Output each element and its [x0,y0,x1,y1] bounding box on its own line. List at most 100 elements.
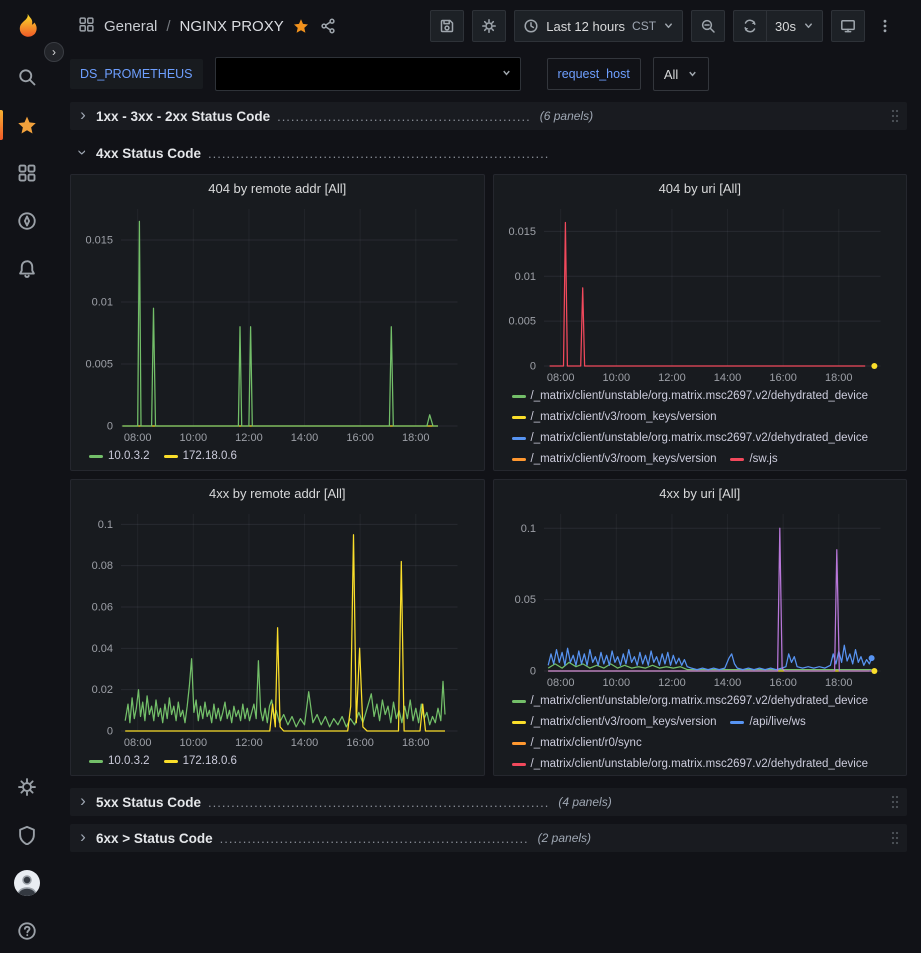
save-icon [439,18,455,34]
svg-text:0.02: 0.02 [92,684,113,696]
legend-item[interactable]: 172.18.0.6 [164,449,237,463]
svg-text:10:00: 10:00 [602,677,630,689]
svg-text:12:00: 12:00 [658,372,686,384]
help-circle-icon [17,921,37,941]
svg-text:16:00: 16:00 [769,372,797,384]
row-1xx-3xx-2xx-status-code[interactable]: › 1xx - 3xx - 2xx Status Code ..........… [70,102,907,130]
chevron-right-icon: › [77,792,89,809]
grafana-logo-icon[interactable] [13,11,41,41]
dashboard-canvas: › 1xx - 3xx - 2xx Status Code ..........… [54,96,921,953]
sidebar-item-alerting[interactable] [0,247,54,291]
svg-text:0.015: 0.015 [508,226,536,238]
sidebar-item-search[interactable] [0,55,54,99]
sidebar [0,0,54,953]
share-icon[interactable] [320,18,336,34]
refresh-button[interactable] [733,10,766,42]
sidebar-item-server-admin[interactable] [0,813,54,857]
panel-title[interactable]: 4xx by uri [All] [494,480,907,506]
row-title: 5xx Status Code [96,795,201,810]
legend-item[interactable]: /_matrix/client/v3/room_keys/version [512,452,717,465]
row-drag-handle[interactable] [890,830,900,846]
svg-text:0.08: 0.08 [92,560,113,572]
shield-icon [17,825,37,845]
row-title: 6xx > Status Code [96,831,213,846]
avatar [14,870,40,896]
kebab-menu-button[interactable] [873,10,905,42]
sidebar-nav-bottom [0,765,54,953]
bell-icon [17,259,37,279]
apps-grid-icon [17,163,37,183]
svg-text:14:00: 14:00 [291,737,319,749]
timeseries-chart[interactable]: 08:0010:0012:0014:0016:0018:0000.0050.01… [500,201,897,386]
row-drag-handle[interactable] [890,794,900,810]
timezone-label: CST [632,19,656,33]
panel-404-by-remote-addr: 404 by remote addr [All] 08:0010:0012:00… [70,174,485,471]
request-host-select[interactable]: All [653,57,709,91]
zoom-out-icon [700,18,716,34]
sidebar-item-configuration[interactable] [0,765,54,809]
legend-item[interactable]: /_matrix/client/v3/room_keys/version [512,410,717,424]
legend-item[interactable]: /_matrix/client/r0/sync [512,736,642,750]
legend-series-swatch [512,416,526,419]
panel-legend: 10.0.3.2 172.18.0.6 [77,446,474,465]
zoom-out-button[interactable] [691,10,725,42]
favorite-star-icon[interactable] [293,18,309,34]
row-5xx-status-code[interactable]: › 5xx Status Code ......................… [70,788,907,816]
refresh-picker: 30s [733,10,823,42]
time-range-picker[interactable]: Last 12 hours CST [514,10,683,42]
legend-series-label: /_matrix/client/unstable/org.matrix.msc2… [531,431,869,445]
ds-prometheus-select[interactable] [215,57,521,91]
sidebar-item-explore[interactable] [0,199,54,243]
legend-series-swatch [512,395,526,398]
legend-series-label: /api/live/ws [749,715,805,729]
row-6xx-status-code[interactable]: › 6xx > Status Code ....................… [70,824,907,852]
svg-text:12:00: 12:00 [235,737,263,749]
timeseries-chart[interactable]: 08:0010:0012:0014:0016:0018:0000.0050.01… [77,201,474,446]
legend-item[interactable]: /_matrix/client/unstable/org.matrix.msc2… [512,389,869,403]
dashboard-settings-button[interactable] [472,10,506,42]
panel-title[interactable]: 404 by uri [All] [494,175,907,201]
legend-item[interactable]: /_matrix/client/unstable/org.matrix.msc2… [512,757,869,770]
panel-title[interactable]: 404 by remote addr [All] [71,175,484,201]
svg-text:0.01: 0.01 [92,297,113,309]
legend-item[interactable]: 10.0.3.2 [89,449,150,463]
svg-text:14:00: 14:00 [713,677,741,689]
variable-label-request-host: request_host [547,58,641,90]
legend-item[interactable]: /_matrix/client/v3/room_keys/version [512,715,717,729]
svg-text:08:00: 08:00 [124,737,152,749]
timeseries-chart[interactable]: 08:0010:0012:0014:0016:0018:0000.020.040… [77,506,474,751]
legend-item[interactable]: /sw.js [730,452,777,465]
row-4xx-status-code[interactable]: › 4xx Status Code ......................… [70,138,907,168]
chevron-down-icon [501,65,512,83]
legend-item[interactable]: 10.0.3.2 [89,754,150,768]
svg-text:0.005: 0.005 [508,316,536,328]
breadcrumb-dashboard-title[interactable]: NGINX PROXY [180,18,284,35]
legend-item[interactable]: /_matrix/client/unstable/org.matrix.msc2… [512,431,869,445]
breadcrumb-folder[interactable]: General [104,18,157,35]
legend-series-label: /_matrix/client/v3/room_keys/version [531,410,717,424]
legend-item[interactable]: /api/live/ws [730,715,805,729]
legend-item[interactable]: 172.18.0.6 [164,754,237,768]
row-panel-count: (4 panels) [558,795,611,809]
panel-title[interactable]: 4xx by remote addr [All] [71,480,484,506]
svg-text:0: 0 [529,361,535,373]
legend-series-swatch [512,763,526,766]
legend-series-label: 172.18.0.6 [183,754,237,768]
legend-series-swatch [730,721,744,724]
save-dashboard-button[interactable] [430,10,464,42]
refresh-interval-dropdown[interactable]: 30s [766,10,823,42]
svg-text:08:00: 08:00 [124,432,152,444]
svg-text:16:00: 16:00 [346,737,374,749]
sidebar-item-profile[interactable] [0,861,54,905]
sidebar-item-dashboards[interactable] [0,151,54,195]
svg-text:0.01: 0.01 [514,271,535,283]
panel-4xx-by-uri: 4xx by uri [All] 08:0010:0012:0014:0016:… [493,479,908,776]
legend-item[interactable]: /_matrix/client/unstable/org.matrix.msc2… [512,694,869,708]
chevron-down-icon [687,67,698,82]
sidebar-item-starred[interactable] [0,103,54,147]
sidebar-expand-button[interactable]: › [44,42,64,62]
sidebar-item-help[interactable] [0,909,54,953]
timeseries-chart[interactable]: 08:0010:0012:0014:0016:0018:0000.050.1 [500,506,897,691]
row-drag-handle[interactable] [890,108,900,124]
tv-mode-button[interactable] [831,10,865,42]
